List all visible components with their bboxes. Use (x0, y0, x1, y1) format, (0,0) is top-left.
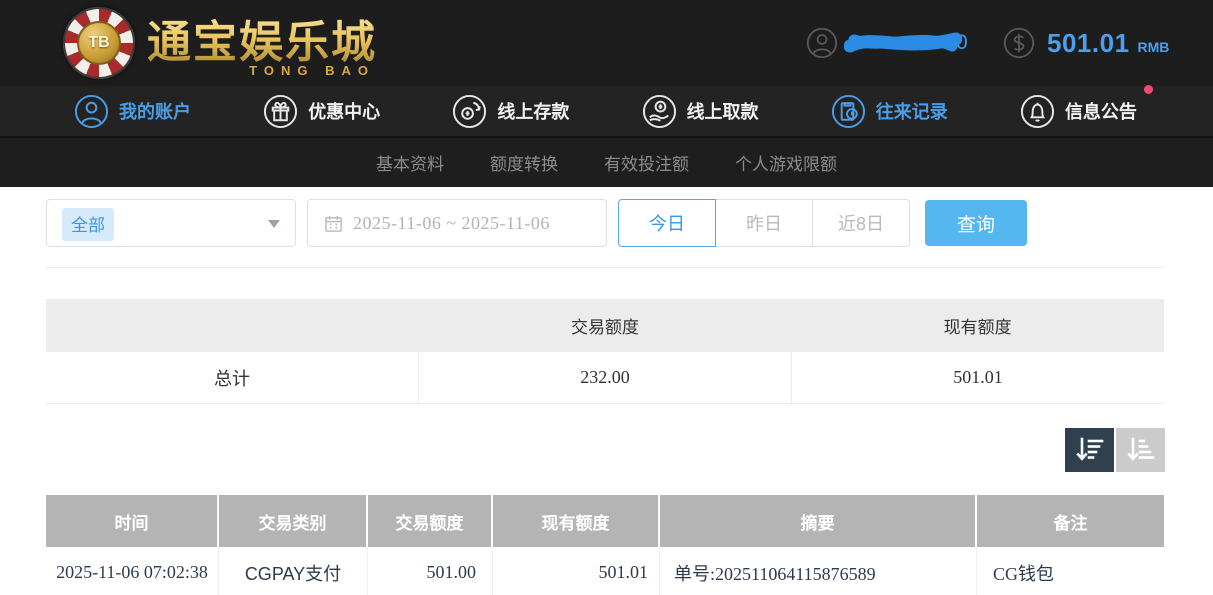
subnav-item-credit-transfer[interactable]: 额度转换 (490, 150, 558, 175)
nav-item-my-account[interactable]: 我的账户 (74, 94, 191, 129)
summary-total-row: 总计 232.00 501.01 (46, 352, 1164, 404)
type-filter-selected-value: 全部 (62, 208, 114, 241)
nav-item-announcements[interactable]: 信息公告 (1020, 94, 1137, 129)
summary-col-current-balance: 现有额度 (791, 299, 1164, 352)
record-balance: 501.01 (493, 547, 660, 595)
nav-item-withdraw[interactable]: 线上取款 (642, 94, 759, 129)
records-col-time: 时间 (46, 495, 219, 547)
nav-label: 我的账户 (119, 98, 191, 124)
record-time: 2025-11-06 07:02:38 (46, 547, 219, 595)
notification-badge-dot (1144, 85, 1153, 94)
sub-navigation: 基本资料 额度转换 有效投注额 个人游戏限额 (0, 136, 1213, 187)
nav-label: 线上取款 (687, 98, 759, 124)
subnav-item-game-limits[interactable]: 个人游戏限额 (735, 150, 837, 175)
table-row: 2025-11-06 07:02:38 CGPAY支付 501.00 501.0… (46, 547, 1164, 595)
quick-range-today-button[interactable]: 今日 (618, 199, 716, 247)
date-range-value: 2025-11-06 ~ 2025-11-06 (353, 213, 550, 234)
site-logo[interactable]: TB 通宝娱乐城 TONG BAO (63, 5, 377, 81)
transaction-records-page: TB 通宝娱乐城 TONG BAO 0 (0, 0, 1213, 595)
records-col-balance: 现有额度 (493, 495, 660, 547)
summary-col-transaction-amount: 交易额度 (419, 299, 792, 352)
record-note: CG钱包 (977, 547, 1164, 595)
nav-label: 线上存款 (497, 98, 569, 124)
summary-total-transaction-amount: 232.00 (419, 352, 792, 403)
sort-toolbar (1065, 428, 1165, 472)
dollar-icon (1003, 27, 1035, 59)
records-table-header: 时间 交易类别 交易额度 现有额度 摘要 备注 (46, 495, 1164, 547)
top-header: TB 通宝娱乐城 TONG BAO 0 (0, 0, 1213, 86)
username-redacted-scribble (844, 26, 962, 60)
records-col-type: 交易类别 (219, 495, 368, 547)
sort-ascending-icon (1127, 437, 1155, 463)
balance-amount: 501.01 (1047, 28, 1130, 59)
logo-text: 通宝娱乐城 TONG BAO (147, 10, 377, 76)
calendar-icon (324, 214, 343, 233)
nav-item-deposit[interactable]: 线上存款 (452, 94, 569, 129)
record-amount: 501.00 (368, 547, 493, 595)
records-col-amount: 交易额度 (368, 495, 493, 547)
quick-range-last8days-button[interactable]: 近8日 (812, 199, 910, 247)
sort-ascending-button[interactable] (1116, 428, 1165, 472)
nav-item-transaction-records[interactable]: 往来记录 (831, 94, 948, 129)
summary-col-empty (46, 299, 419, 352)
nav-label: 往来记录 (876, 98, 948, 124)
sort-descending-icon (1076, 437, 1104, 463)
gift-icon (263, 94, 298, 129)
nav-label: 信息公告 (1065, 98, 1137, 124)
deposit-coin-icon (452, 94, 487, 129)
subnav-item-basic-info[interactable]: 基本资料 (376, 150, 444, 175)
subnav-item-valid-bets[interactable]: 有效投注额 (604, 150, 689, 175)
balance-currency: RMB (1138, 32, 1170, 55)
site-title-en: TONG BAO (249, 63, 375, 78)
records-col-note: 备注 (977, 495, 1164, 547)
chevron-down-icon (268, 220, 280, 228)
withdraw-hand-coin-icon (642, 94, 677, 129)
record-summary: 单号:202511064115876589 (660, 547, 977, 595)
account-info[interactable]: 0 (806, 0, 968, 86)
search-button[interactable]: 查询 (925, 200, 1027, 246)
summary-total-label: 总计 (46, 352, 419, 403)
records-col-summary: 摘要 (660, 495, 977, 547)
chip-monogram: TB (88, 34, 109, 52)
main-navigation: 我的账户 优惠中心 线上存款 (0, 86, 1213, 136)
records-table: 时间 交易类别 交易额度 现有额度 摘要 备注 2025-11-06 07:02… (46, 495, 1164, 595)
sort-descending-button[interactable] (1065, 428, 1114, 472)
user-icon (806, 27, 838, 59)
balance-display: 501.01 RMB (1003, 0, 1169, 86)
nav-label: 优惠中心 (308, 98, 380, 124)
records-clipboard-icon (831, 94, 866, 129)
bell-icon (1020, 94, 1055, 129)
date-range-input[interactable]: 2025-11-06 ~ 2025-11-06 (307, 199, 607, 247)
record-type: CGPAY支付 (219, 547, 368, 595)
casino-chip-icon: TB (63, 7, 135, 79)
section-divider (46, 267, 1164, 268)
summary-table: 交易额度 现有额度 总计 232.00 501.01 (46, 299, 1164, 404)
nav-item-promotions[interactable]: 优惠中心 (263, 94, 380, 129)
quick-range-yesterday-button[interactable]: 昨日 (715, 199, 813, 247)
type-filter-select[interactable]: 全部 (46, 199, 296, 247)
quick-range-group: 今日 昨日 近8日 (618, 199, 910, 247)
summary-table-header: 交易额度 现有额度 (46, 299, 1164, 352)
summary-total-current-balance: 501.01 (792, 352, 1164, 403)
user-icon (74, 94, 109, 129)
